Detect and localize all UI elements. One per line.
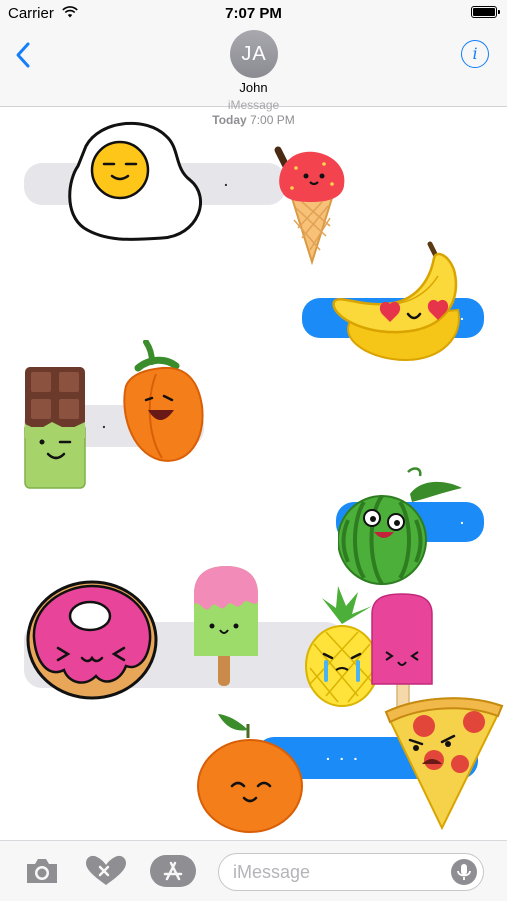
- contact-name[interactable]: John: [0, 80, 507, 95]
- app-store-icon[interactable]: [150, 855, 196, 887]
- chocolate-sticker[interactable]: [24, 366, 88, 490]
- status-bar: Carrier 7:07 PM: [0, 0, 507, 28]
- egg-sticker[interactable]: [66, 118, 208, 244]
- microphone-icon[interactable]: [451, 859, 477, 885]
- message-input-field[interactable]: [218, 853, 484, 891]
- message-text: . . .: [326, 747, 361, 763]
- message-toolbar: [0, 840, 507, 901]
- popsicle-green-sticker[interactable]: [192, 564, 260, 689]
- date-label: Today: [212, 113, 247, 127]
- message-text: .: [102, 415, 109, 431]
- camera-icon[interactable]: [24, 855, 60, 887]
- avatar[interactable]: JA: [230, 30, 278, 78]
- pizza-sticker[interactable]: [382, 692, 506, 832]
- orange-sticker[interactable]: [196, 708, 306, 834]
- donut-sticker[interactable]: [24, 578, 162, 704]
- heart-icon[interactable]: [86, 855, 126, 887]
- service-label: iMessage: [227, 98, 280, 112]
- watermelon-sticker[interactable]: [338, 464, 468, 588]
- conversation-header: JA John i: [0, 28, 507, 107]
- chevron-left-icon[interactable]: [12, 40, 38, 70]
- battery-icon: [471, 6, 500, 18]
- time-label: 7:00 PM: [250, 113, 295, 127]
- status-time: 7:07 PM: [225, 5, 282, 22]
- info-icon[interactable]: i: [461, 40, 489, 68]
- banana-sticker[interactable]: [330, 240, 470, 365]
- message-input[interactable]: [233, 854, 433, 890]
- pepper-sticker[interactable]: [116, 340, 208, 465]
- message-text: .: [224, 173, 231, 189]
